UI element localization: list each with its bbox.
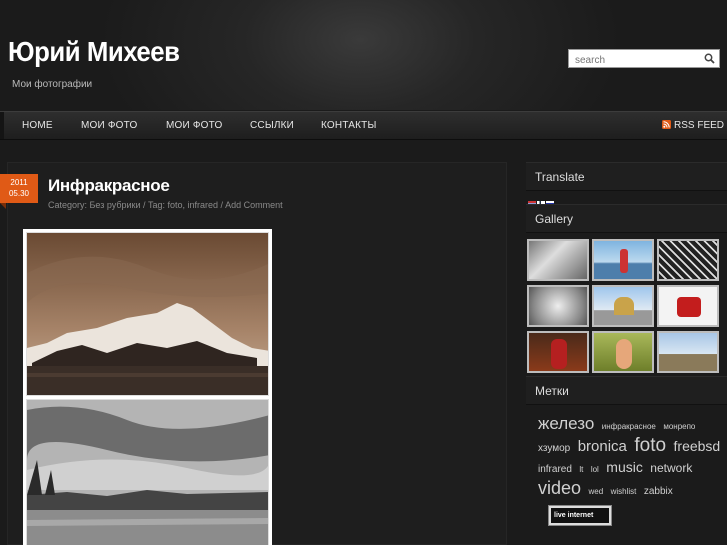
post-image-frame[interactable]: [23, 229, 272, 545]
gallery-thumb[interactable]: [527, 331, 589, 373]
nav-item-my-photos-2[interactable]: МОИ ФОТО: [166, 120, 223, 131]
nav-item-my-photos[interactable]: МОИ ФОТО: [81, 120, 138, 131]
site-title[interactable]: Юрий Михеев: [8, 36, 180, 68]
rss-icon: [662, 120, 671, 129]
gallery-thumb[interactable]: [527, 239, 589, 281]
thumb-church: [614, 297, 634, 315]
tag-link[interactable]: хзумор: [538, 443, 570, 454]
gallery-thumb[interactable]: [657, 239, 719, 281]
gallery-thumb[interactable]: [657, 331, 719, 373]
main-nav: HOME МОИ ФОТО МОИ ФОТО ССЫЛКИ КОНТАКТЫ R…: [0, 111, 727, 140]
tag-link[interactable]: infrared: [538, 464, 572, 475]
counter-label: live internet: [551, 508, 609, 523]
search-input[interactable]: [569, 52, 699, 69]
liveinternet-counter[interactable]: live internet: [548, 505, 612, 526]
gallery-thumb[interactable]: [592, 285, 654, 327]
nav-item-home[interactable]: HOME: [22, 120, 53, 131]
thumb-figure: [620, 249, 628, 273]
gallery-thumb[interactable]: [592, 331, 654, 373]
tag-link[interactable]: wed: [588, 487, 603, 496]
gallery-thumb[interactable]: [592, 239, 654, 281]
gallery-thumb[interactable]: [657, 285, 719, 327]
site-header: Юрий Михеев Мои фотографии: [0, 0, 727, 110]
infrared-photo-shore[interactable]: [26, 399, 269, 545]
rss-label: RSS FEED: [674, 120, 725, 131]
sidebar: Translate Gallery Метки железо инфракрас…: [526, 162, 727, 545]
tag-link[interactable]: wishlist: [611, 487, 637, 496]
post-date-day: 05.30: [8, 189, 30, 198]
tags-widget-title: Метки: [526, 376, 727, 405]
nav-left-cap: [0, 112, 4, 139]
infrared-photo-island[interactable]: [26, 232, 269, 396]
post-meta: Category: Без рубрики / Tag: foto, infra…: [48, 200, 283, 210]
thumb-violinist: [551, 339, 567, 369]
thumb-portrait: [616, 339, 632, 369]
tag-link[interactable]: lt: [579, 465, 583, 474]
tag-link[interactable]: freebsd: [674, 438, 721, 454]
tag-cloud: железо инфракрасное монрепо хзумор broni…: [538, 414, 726, 501]
nav-item-contacts[interactable]: КОНТАКТЫ: [321, 120, 377, 131]
badge-fold: [0, 203, 6, 209]
nav-item-links[interactable]: ССЫЛКИ: [250, 120, 294, 131]
tag-link[interactable]: монрепо: [663, 422, 695, 431]
gallery-thumb[interactable]: [527, 285, 589, 327]
site-description: Мои фотографии: [12, 79, 93, 90]
post-date-badge: 2011 05.30: [0, 174, 38, 209]
tag-link[interactable]: foto: [634, 435, 666, 456]
tag-link[interactable]: bronica: [578, 438, 627, 455]
tag-link[interactable]: video: [538, 478, 581, 498]
tag-link[interactable]: zabbix: [644, 486, 673, 497]
search-icon[interactable]: [704, 53, 715, 64]
post-date-year: 2011: [10, 178, 28, 187]
tag-link[interactable]: инфракрасное: [602, 422, 656, 431]
tag-link[interactable]: network: [650, 461, 692, 475]
search-box[interactable]: [568, 49, 720, 69]
tag-link[interactable]: music: [606, 459, 643, 475]
rss-feed-link[interactable]: RSS FEED: [662, 120, 724, 131]
translate-widget-title: Translate: [526, 162, 727, 191]
gallery-widget-title: Gallery: [526, 204, 727, 233]
tag-link[interactable]: железо: [538, 414, 594, 433]
post-title[interactable]: Инфракрасное: [48, 176, 170, 196]
tag-link[interactable]: lol: [591, 465, 599, 474]
thumb-cake: [677, 297, 701, 317]
